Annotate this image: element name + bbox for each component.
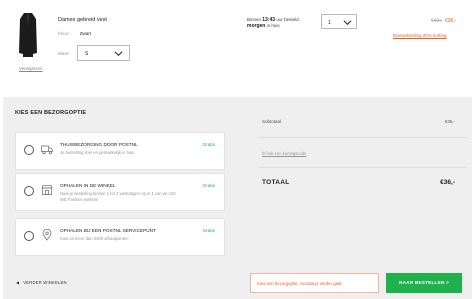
location-pin-icon	[42, 229, 52, 241]
option-description: Kies uit meer dan 3300 afhaalpunten	[60, 236, 129, 241]
shipping-option-store-pickup[interactable]: OPHALEN IN DE WINKEL Haal je bestelling …	[15, 173, 225, 211]
delivery-info: Binnen 13:43 uur besteld, morgen in huis	[247, 17, 300, 29]
product-color: Kleur: Zwart	[58, 31, 91, 36]
product-name[interactable]: Dames gebreid vest	[58, 17, 107, 23]
delivery-suffix: in huis	[265, 23, 280, 28]
option-title: OPHALEN BIJ EEN POSTNL SERVICEPUNT	[60, 228, 156, 233]
radio-button[interactable]	[24, 231, 34, 241]
size-value: S	[85, 51, 89, 57]
shipping-section: KIES EEN BEZORGOPTIE THUISBEZORGING DOOR…	[3, 97, 472, 299]
cart-item: Dames gebreid vest Kleur: Zwart Maat: S V…	[0, 0, 475, 96]
color-value: Zwart	[79, 31, 92, 36]
chevron-left-icon: ◀	[16, 280, 20, 285]
price-old: €49,-	[431, 18, 443, 24]
shipping-option-servicepoint[interactable]: OPHALEN BIJ EEN POSTNL SERVICEPUNT Kies …	[15, 218, 225, 256]
truck-icon	[41, 145, 53, 155]
shipping-option-home-delivery[interactable]: THUISBEZORGING DOOR POSTNL Je bestelling…	[15, 132, 225, 170]
remove-link[interactable]: Verwijderen	[19, 66, 43, 71]
option-price: Gratis	[202, 142, 215, 147]
delivery-prefix: Binnen	[247, 17, 263, 22]
option-description: Haal je bestelling binnen 1 tot 2 werkda…	[60, 191, 176, 202]
product-image[interactable]	[19, 13, 37, 57]
option-price: Gratis	[202, 183, 215, 188]
continue-shopping-label: VERDER WINKELEN	[23, 280, 67, 285]
store-icon	[41, 185, 53, 195]
shipping-warning: Kies een bezorgoptie, voordat je verder …	[250, 273, 379, 293]
option-price: Gratis	[202, 228, 215, 233]
subtotal-label: Subtotaal	[262, 119, 282, 124]
price-new: €36,-	[445, 18, 457, 24]
subtotal-value: €36,-	[444, 119, 455, 124]
shipping-title: KIES EEN BEZORGOPTIE	[15, 110, 87, 116]
delivery-mid: uur besteld,	[275, 17, 300, 22]
delivery-day: morgen	[247, 23, 266, 29]
chevron-down-icon	[114, 51, 123, 57]
option-title: OPHALEN IN DE WINKEL	[60, 183, 116, 188]
divider	[259, 137, 466, 138]
size-label: Maat:	[58, 51, 70, 56]
chevron-down-icon	[343, 20, 352, 26]
continue-shopping-link[interactable]: ◀ VERDER WINKELEN	[16, 280, 67, 285]
quantity-value: 1	[328, 20, 331, 26]
promo-code-link[interactable]: Ik heb een kortingscode	[262, 151, 306, 156]
size-select[interactable]: S	[77, 45, 130, 61]
discount-link[interactable]: Dameskleding 20% korting	[393, 33, 447, 38]
option-description: Je bestelling snel en gemakkelijk in hui…	[60, 150, 135, 155]
quantity-select[interactable]: 1	[321, 14, 357, 29]
color-label: Kleur:	[58, 31, 70, 36]
radio-button[interactable]	[24, 186, 34, 196]
checkout-button[interactable]: NAAR BESTELLEN >	[386, 273, 462, 293]
option-title: THUISBEZORGING DOOR POSTNL	[60, 142, 138, 147]
total-label: TOTAAL	[262, 179, 290, 186]
radio-button[interactable]	[24, 145, 34, 155]
total-value: €36,-	[440, 179, 455, 186]
divider	[259, 167, 466, 168]
